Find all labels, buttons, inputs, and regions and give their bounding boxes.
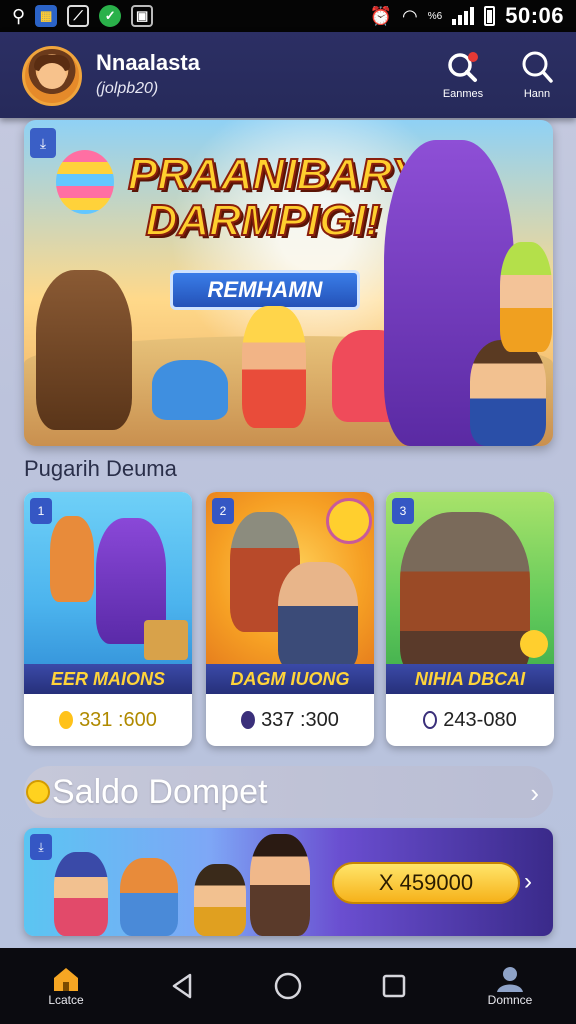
banner-title: PRAANIBARY DARMPIGI!	[127, 150, 422, 245]
balloon-illustration	[56, 150, 114, 214]
bald-brawler-character	[278, 562, 358, 672]
section-title: Pugarih Deuma	[24, 456, 177, 481]
battery-icon	[484, 6, 496, 26]
gold-coin-icon	[520, 630, 548, 658]
profile-icon	[497, 967, 523, 992]
app-notification-icon: ▦	[35, 5, 58, 27]
game-card-price-value: 243-080	[443, 708, 517, 731]
wallet-label: Saldo Dompet	[52, 772, 268, 811]
search-button[interactable]: Eanmes	[428, 50, 498, 110]
explore-button[interactable]: Hann	[502, 50, 572, 110]
circle-home-icon	[274, 972, 302, 1000]
banner-badge-icon: ⤓	[30, 128, 56, 158]
card-badge: 1	[30, 498, 52, 524]
status-bar: ⚲ ▦ ⟋ ✓ ▣ ⏰ ◠ %6 50:06	[0, 0, 576, 32]
game-card[interactable]: 3 NIHIA DBCAI 243-080	[386, 492, 554, 746]
circle-icon	[423, 711, 438, 729]
chevron-right-icon[interactable]: ›	[524, 868, 532, 896]
game-card-title: DAGM IUONG	[206, 664, 374, 694]
back-icon	[172, 973, 192, 999]
blonde-hero-character	[242, 306, 306, 428]
explore-button-label: Hann	[523, 88, 551, 100]
home-icon	[54, 968, 78, 991]
network-label: %6	[427, 10, 443, 22]
magnifier-icon	[522, 51, 553, 83]
coin-icon	[59, 711, 74, 729]
girl-character	[194, 864, 246, 936]
green-hair-character	[500, 242, 552, 352]
wallet-coin-icon	[26, 780, 50, 804]
status-left: ⚲ ▦ ⟋ ✓ ▣	[12, 5, 154, 27]
game-card-price-value: 337 :300	[261, 708, 339, 731]
blue-creature-character	[152, 360, 228, 420]
search-icon	[448, 52, 478, 82]
werewolf-character	[36, 270, 132, 430]
user-name: Nnaalasta	[96, 50, 200, 75]
user-id: (jolpb20)	[96, 80, 159, 97]
chart-notification-icon: ⟋	[67, 5, 90, 27]
recents-icon	[382, 974, 406, 998]
hero-character	[250, 834, 310, 936]
search-button-label: Eanmes	[442, 88, 484, 100]
alarm-icon: ⏰	[369, 5, 393, 26]
android-notification-icon: ✓	[99, 5, 122, 27]
witch-character	[54, 852, 108, 936]
card-badge: 2	[212, 498, 234, 524]
avatar-face	[38, 63, 66, 89]
game-card-title: EER MAIONS	[24, 664, 192, 694]
boy-character	[470, 340, 546, 446]
banner-title-line2: DARMPIGI!	[145, 196, 382, 245]
game-card-price: 331 :600	[24, 694, 192, 746]
bottom-navigation: Lcatce Domnce	[0, 948, 576, 1024]
game-card-price-value: 331 :600	[79, 708, 157, 731]
nav-back[interactable]	[152, 972, 212, 1000]
app-header: Nnaalasta (jolpb20) Eanmes Hann	[0, 32, 576, 118]
coin-bubble-icon	[326, 498, 372, 544]
wifi-icon: ◠	[402, 5, 418, 26]
nav-home-system[interactable]	[258, 971, 318, 1001]
wallet-balance-row[interactable]: Saldo Dompet ›	[24, 766, 553, 818]
avatar[interactable]	[22, 46, 82, 106]
nav-recents[interactable]	[364, 972, 424, 1000]
game-card[interactable]: 2 DAGM IUONG 337 :300	[206, 492, 374, 746]
banner-title-line1: PRAANIBARY	[127, 150, 422, 199]
nav-home-label: Lcatce	[48, 993, 84, 1007]
game-card-price: 243-080	[386, 694, 554, 746]
nav-profile-label: Domnce	[487, 993, 533, 1007]
banner-ribbon: REMHAMN	[170, 270, 360, 310]
notification-icon: ⚲	[12, 5, 26, 26]
nav-home[interactable]: Lcatce	[26, 965, 106, 1007]
image-notification-icon: ▣	[131, 5, 154, 27]
status-time: 50:06	[505, 3, 564, 28]
game-card-price: 337 :300	[206, 694, 374, 746]
promo-badge-icon: ⤓	[30, 834, 52, 860]
cat-character	[120, 858, 178, 936]
featured-banner[interactable]: ⤓ PRAANIBARY DARMPIGI! REMHAMN	[24, 120, 553, 446]
card-badge: 3	[392, 498, 414, 524]
chevron-right-icon: ›	[530, 778, 539, 808]
signal-icon	[452, 7, 475, 25]
game-card-title: NIHIA DBCAI	[386, 664, 554, 694]
wallet-amount-button[interactable]: X 459000	[332, 862, 520, 904]
pin-icon	[241, 711, 256, 729]
nav-profile[interactable]: Domnce	[470, 965, 550, 1007]
chest-icon	[144, 620, 188, 660]
horned-warrior-character	[400, 512, 530, 682]
fox-character	[50, 516, 94, 602]
game-card[interactable]: 1 EER MAIONS 331 :600	[24, 492, 192, 746]
status-right: ⏰ ◠ %6 50:06	[370, 3, 564, 29]
wallet-promo-banner[interactable]: ⤓ X 459000 ›	[24, 828, 553, 936]
